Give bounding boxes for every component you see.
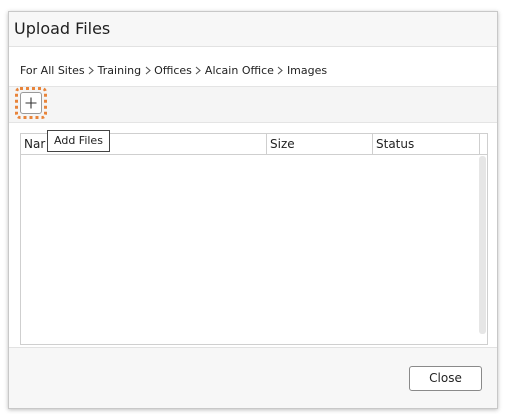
- breadcrumb-item-alcain-office[interactable]: Alcain Office: [205, 64, 274, 77]
- add-files-button[interactable]: [20, 92, 42, 114]
- vertical-scrollbar[interactable]: [479, 156, 486, 334]
- chevron-right-icon: [85, 66, 98, 75]
- close-button[interactable]: Close: [409, 366, 482, 391]
- chevron-right-icon: [141, 66, 154, 75]
- breadcrumb: For All Sites Training Offices Alcain Of…: [20, 62, 327, 78]
- breadcrumb-item-offices[interactable]: Offices: [154, 64, 192, 77]
- chevron-right-icon: [192, 66, 205, 75]
- file-table: Nar Size Status: [20, 133, 488, 345]
- dialog-title-bar: Upload Files: [9, 12, 497, 47]
- column-header-size[interactable]: Size: [267, 134, 373, 154]
- add-files-tooltip: Add Files: [47, 130, 110, 152]
- dialog-footer: Close: [9, 347, 497, 408]
- plus-icon: [25, 97, 37, 109]
- dialog-title: Upload Files: [14, 19, 111, 38]
- breadcrumb-item-training[interactable]: Training: [98, 64, 141, 77]
- breadcrumb-item-for-all-sites[interactable]: For All Sites: [20, 64, 85, 77]
- chevron-right-icon: [274, 66, 287, 75]
- toolbar: [9, 86, 497, 123]
- column-header-status[interactable]: Status: [373, 134, 480, 154]
- upload-files-dialog: Upload Files For All Sites Training Offi…: [8, 11, 498, 409]
- breadcrumb-item-images: Images: [286, 63, 328, 77]
